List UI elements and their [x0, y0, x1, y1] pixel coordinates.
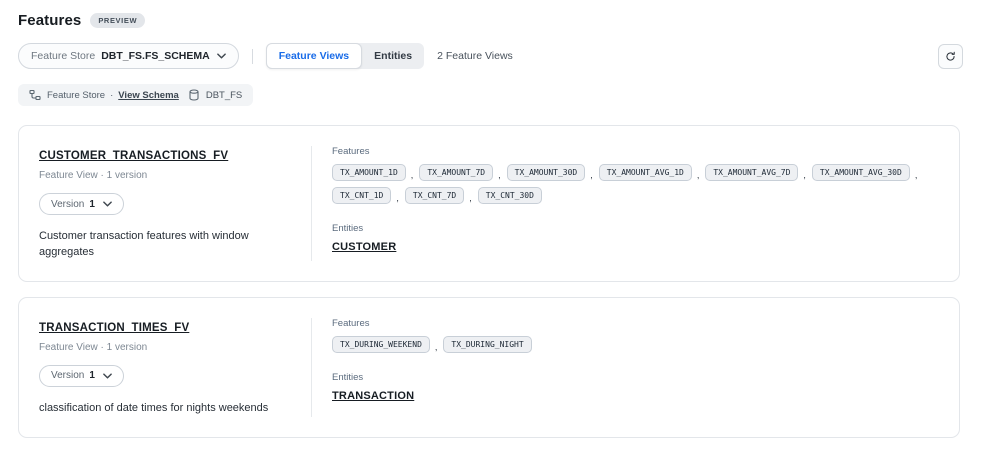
chevron-down-icon [217, 53, 226, 59]
version-dropdown[interactable]: Version 1 [39, 193, 124, 215]
features-section-label: Features [332, 318, 939, 329]
database-icon [188, 89, 200, 101]
version-value: 1 [89, 199, 95, 210]
feature-store-dropdown[interactable]: Feature Store DBT_FS.FS_SCHEMA [18, 43, 239, 69]
feature-view-description: Customer transaction features with windo… [39, 229, 287, 261]
card-summary: CUSTOMER_TRANSACTIONS_FV Feature View · … [39, 146, 311, 261]
feature-view-title-link[interactable]: CUSTOMER_TRANSACTIONS_FV [39, 150, 228, 162]
feature-chip: TX_DURING_WEEKEND [332, 336, 430, 353]
feature-store-value: DBT_FS.FS_SCHEMA [101, 50, 210, 62]
feature-chip: TX_AMOUNT_AVG_7D [705, 164, 798, 181]
card-details: Features TX_DURING_WEEKEND, TX_DURING_NIG… [312, 318, 939, 417]
chip-separator: , [435, 342, 438, 352]
feature-chip-list: TX_DURING_WEEKEND, TX_DURING_NIGHT [332, 336, 932, 353]
breadcrumb-store-label: Feature Store [47, 90, 105, 101]
chip-separator: , [396, 193, 399, 203]
entities-section: Entities TRANSACTION [332, 372, 939, 404]
feature-view-meta: Feature View · 1 version [39, 342, 291, 353]
feature-views-count: 2 Feature Views [437, 50, 513, 62]
feature-view-list: CUSTOMER_TRANSACTIONS_FV Feature View · … [0, 125, 985, 438]
feature-chip: TX_CNT_30D [478, 187, 542, 204]
breadcrumb-row: Feature Store · View Schema DBT_FS [0, 84, 985, 106]
feature-view-meta: Feature View · 1 version [39, 170, 291, 181]
feature-chip: TX_AMOUNT_1D [332, 164, 406, 181]
features-section-label: Features [332, 146, 939, 157]
version-dropdown[interactable]: Version 1 [39, 365, 124, 387]
toolbar-divider [252, 49, 253, 64]
view-switcher: Feature Views Entities [266, 43, 424, 69]
preview-badge: PREVIEW [90, 13, 145, 28]
page-title: Features [18, 12, 81, 29]
chip-separator: , [469, 193, 472, 203]
feature-chip-list: TX_AMOUNT_1D, TX_AMOUNT_7D, TX_AMOUNT_30D,… [332, 164, 932, 204]
chevron-down-icon [103, 201, 112, 207]
card-summary: TRANSACTION_TIMES_FV Feature View · 1 ve… [39, 318, 311, 417]
entities-section-label: Entities [332, 223, 939, 234]
tab-feature-views[interactable]: Feature Views [266, 43, 362, 69]
toolbar: Feature Store DBT_FS.FS_SCHEMA Feature V… [0, 43, 985, 69]
version-label: Version [51, 199, 84, 210]
feature-chip: TX_AMOUNT_AVG_30D [812, 164, 910, 181]
tab-entities[interactable]: Entities [362, 43, 424, 69]
feature-chip: TX_CNT_1D [332, 187, 391, 204]
view-schema-link[interactable]: View Schema [118, 90, 179, 101]
feature-view-card-transaction-times: TRANSACTION_TIMES_FV Feature View · 1 ve… [18, 297, 960, 438]
entities-section: Entities CUSTOMER [332, 223, 939, 255]
feature-view-card-customer-transactions: CUSTOMER_TRANSACTIONS_FV Feature View · … [18, 125, 960, 282]
feature-chip: TX_AMOUNT_7D [419, 164, 493, 181]
refresh-icon [945, 51, 956, 62]
version-value: 1 [89, 370, 95, 381]
breadcrumb-database-name: DBT_FS [206, 90, 242, 101]
breadcrumb-separator: · [110, 90, 113, 101]
feature-store-label: Feature Store [31, 50, 95, 62]
chip-separator: , [590, 170, 593, 180]
page-header: Features PREVIEW [0, 0, 985, 29]
feature-chip: TX_DURING_NIGHT [443, 336, 531, 353]
chip-separator: , [498, 170, 501, 180]
card-details: Features TX_AMOUNT_1D,TX_AMOUNT_7D,TX_AM… [312, 146, 939, 261]
feature-chip: TX_CNT_7D [405, 187, 464, 204]
entities-section-label: Entities [332, 372, 939, 383]
chip-separator: , [697, 170, 700, 180]
chevron-down-icon [103, 373, 112, 379]
feature-view-description: classification of date times for nights … [39, 401, 287, 417]
breadcrumb: Feature Store · View Schema DBT_FS [18, 84, 253, 106]
version-label: Version [51, 370, 84, 381]
chip-separator: , [411, 170, 414, 180]
entity-link[interactable]: TRANSACTION [332, 390, 414, 402]
chip-separator: , [803, 170, 806, 180]
chip-separator: , [915, 170, 918, 180]
entity-link[interactable]: CUSTOMER [332, 241, 396, 253]
feature-chip: TX_AMOUNT_AVG_1D [599, 164, 692, 181]
feature-view-title-link[interactable]: TRANSACTION_TIMES_FV [39, 322, 189, 334]
feature-store-icon [29, 89, 41, 101]
refresh-button[interactable] [938, 44, 963, 69]
feature-chip: TX_AMOUNT_30D [507, 164, 586, 181]
